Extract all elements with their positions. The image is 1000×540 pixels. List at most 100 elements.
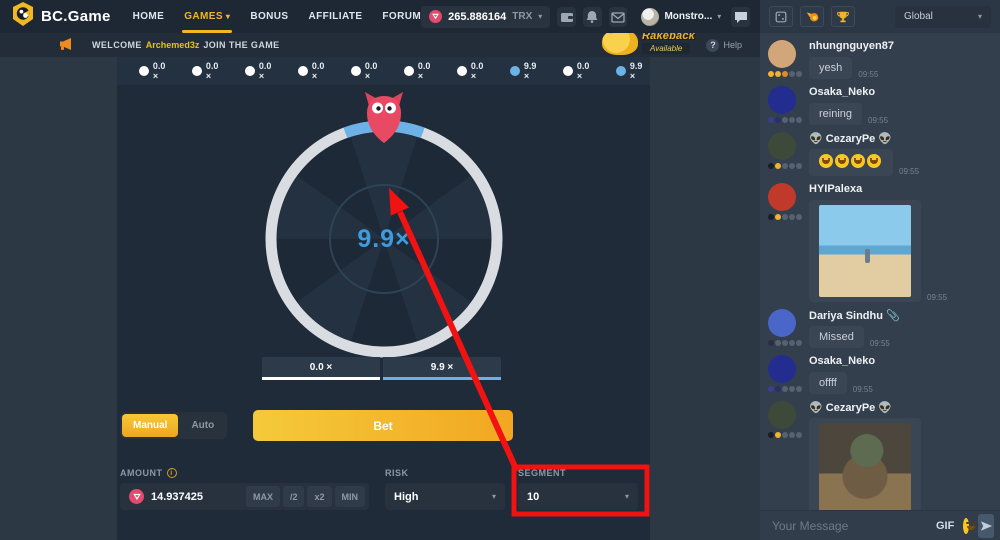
chat-username[interactable]: HYIPalexa <box>809 183 947 197</box>
chat-message: 👽 CezaryPe 👽09:55 <box>768 401 992 510</box>
help-button[interactable]: ? Help <box>706 39 742 52</box>
amount-div2-button[interactable]: /2 <box>283 486 305 507</box>
result-multiplier: 9.9 × <box>630 61 650 81</box>
result-dot-icon <box>298 66 308 76</box>
history-result-chip: 0.0 × <box>245 61 279 81</box>
chat-message-list[interactable]: nhungnguyen87yesh09:55Osaka_Nekoreining0… <box>760 33 1000 510</box>
avatar[interactable] <box>768 132 796 160</box>
level-badges <box>768 163 802 169</box>
amount-max-button[interactable]: MAX <box>246 486 280 507</box>
info-icon[interactable]: i <box>167 468 177 478</box>
amount-value[interactable]: 14.937425 <box>151 491 236 503</box>
balance-selector[interactable]: 265.886164 TRX ▾ <box>421 6 550 28</box>
chat-username[interactable]: Osaka_Neko <box>809 86 888 100</box>
dice-room-button[interactable] <box>769 6 793 27</box>
history-result-chip: 0.0 × <box>404 61 438 81</box>
nav-item-bonus[interactable]: BONUS <box>250 0 288 33</box>
segment-select[interactable]: 10 ▾ <box>518 483 638 510</box>
balance-value: 265.886164 <box>448 11 506 23</box>
history-result-chip: 0.0 × <box>457 61 491 81</box>
avatar-column <box>768 40 802 79</box>
history-result-chip: 0.0 × <box>192 61 226 81</box>
auto-mode-button[interactable]: Auto <box>180 414 225 437</box>
chevron-down-icon: ▾ <box>978 12 982 21</box>
result-multiplier: 0.0 × <box>153 61 173 81</box>
risk-select[interactable]: High ▾ <box>385 483 505 510</box>
messages-button[interactable] <box>609 7 628 27</box>
welcome-label: WELCOME <box>92 40 142 50</box>
chat-region-select[interactable]: Global ▾ <box>895 6 991 28</box>
level-badges <box>768 71 802 77</box>
help-label: Help <box>723 40 742 50</box>
result-multiplier: 0.0 × <box>365 61 385 81</box>
chat-bubble <box>809 200 921 302</box>
chat-bubble-icon <box>733 9 749 25</box>
avatar-column <box>768 355 802 394</box>
level-badges <box>768 340 802 346</box>
chat-message: Osaka_Nekooffff 09:55 <box>768 355 992 394</box>
amount-field[interactable]: 14.937425 MAX/2x2MIN <box>120 483 369 510</box>
chat-photo-beach[interactable] <box>819 205 911 297</box>
wheel-result: 9.9× <box>357 225 410 254</box>
emoji-icon[interactable] <box>963 518 969 534</box>
laughing-emoji-icon <box>851 154 865 168</box>
result-dot-icon <box>457 66 467 76</box>
chat-timestamp: 09:55 <box>899 167 919 176</box>
avatar[interactable] <box>768 309 796 337</box>
avatar[interactable] <box>768 86 796 114</box>
wheel-game-panel: 0.0 × 0.0 × 0.0 × 0.0 × 0.0 × 0.0 × 0.0 × 9.9 ×… <box>117 57 650 540</box>
bet-button[interactable]: Bet <box>253 410 513 441</box>
contest-room-button[interactable] <box>831 6 855 27</box>
chat-toggle-button[interactable] <box>731 7 750 27</box>
notifications-button[interactable] <box>583 7 602 27</box>
send-button[interactable] <box>978 514 994 538</box>
welcome-player-name: Archemed3z <box>146 40 200 50</box>
result-dot-icon <box>192 66 202 76</box>
gif-button[interactable]: GIF <box>936 520 954 532</box>
avatar[interactable] <box>768 355 796 383</box>
chat-username[interactable]: nhungnguyen87 <box>809 40 894 54</box>
avatar[interactable] <box>768 401 796 429</box>
chat-bubble: offff <box>809 372 847 394</box>
result-dot-icon <box>616 66 626 76</box>
nav-item-games[interactable]: GAMES▾ <box>184 0 230 33</box>
wallet-button[interactable] <box>557 7 576 27</box>
chat-photo-cat[interactable] <box>819 423 911 510</box>
chat-username[interactable]: Osaka_Neko <box>809 355 875 369</box>
chat-username[interactable]: 👽 CezaryPe 👽 <box>809 401 947 415</box>
avatar-column <box>768 309 802 348</box>
message-input[interactable] <box>772 519 927 533</box>
avatar-column <box>768 86 802 125</box>
logo[interactable]: BC.Game <box>12 2 111 31</box>
nav-item-affiliate[interactable]: AFFILIATE <box>308 0 362 33</box>
chat-sidebar: Global ▾ nhungnguyen87yesh09:55Osaka_Nek… <box>760 0 1000 540</box>
result-dot-icon <box>139 66 149 76</box>
result-multiplier: 0.0 × <box>418 61 438 81</box>
result-multiplier: 9.9 × <box>524 61 544 81</box>
amount-x2-button[interactable]: x2 <box>307 486 331 507</box>
result-multiplier: 0.0 × <box>312 61 332 81</box>
chat-bubble <box>809 418 921 510</box>
chat-username[interactable]: 👽 CezaryPe 👽 <box>809 132 919 146</box>
avatar[interactable] <box>768 40 796 68</box>
top-navbar: BC.Game HOME GAMES▾ BONUS AFFILIATE FORUM 26… <box>0 0 760 33</box>
manual-mode-button[interactable]: Manual <box>122 414 178 437</box>
wallet-icon <box>559 9 575 25</box>
chat-timestamp: 09:55 <box>853 385 873 394</box>
chat-header: Global ▾ <box>760 0 1000 33</box>
bc-game-app: BC.Game HOME GAMES▾ BONUS AFFILIATE FORUM 26… <box>0 0 1000 540</box>
avatar[interactable] <box>768 183 796 211</box>
join-label: JOIN THE GAME <box>203 40 279 50</box>
chat-timestamp: 09:55 <box>927 293 947 302</box>
user-menu[interactable]: Monstro... ▾ <box>641 8 721 26</box>
result-dot-icon <box>245 66 255 76</box>
hot-room-button[interactable] <box>800 6 824 27</box>
nav-item-home[interactable]: HOME <box>133 0 165 33</box>
nav-item-forum[interactable]: FORUM <box>382 0 421 33</box>
amount-min-button[interactable]: MIN <box>335 486 366 507</box>
chevron-down-icon: ▾ <box>538 12 542 21</box>
chat-timestamp: 09:55 <box>870 339 890 348</box>
megaphone-icon <box>58 37 74 53</box>
chat-bubble: yesh <box>809 57 852 79</box>
chat-username[interactable]: Dariya Sindhu 📎 <box>809 309 900 323</box>
